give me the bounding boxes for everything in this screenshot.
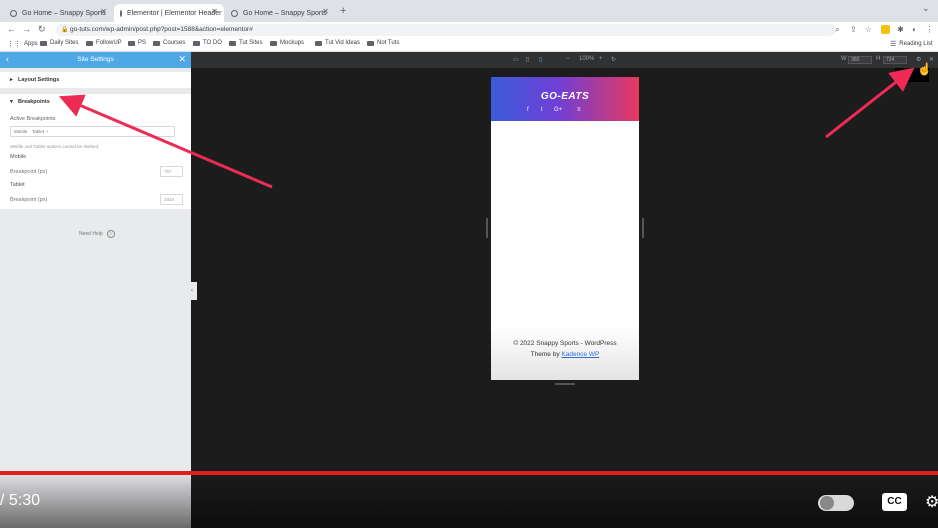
captions-button[interactable]: CC bbox=[882, 493, 907, 511]
arrow-to-settings bbox=[825, 67, 915, 139]
video-time: / 5:30 bbox=[0, 492, 41, 509]
pause-icon bbox=[820, 496, 834, 510]
arrow-to-breakpoints bbox=[58, 94, 273, 189]
annotation-arrows bbox=[58, 67, 915, 189]
video-controls-bg bbox=[0, 475, 938, 528]
video-settings-icon[interactable]: ⚙ bbox=[925, 492, 938, 512]
autoplay-toggle[interactable] bbox=[818, 495, 854, 511]
